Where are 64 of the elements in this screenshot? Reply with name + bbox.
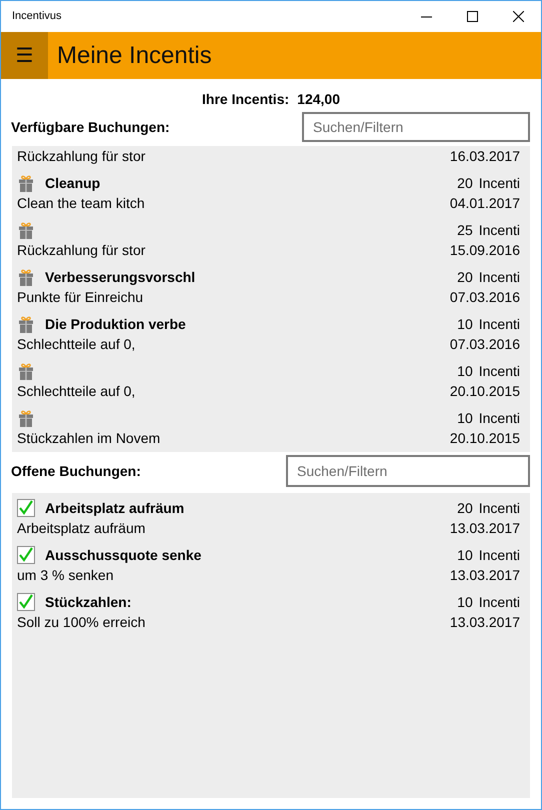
points-unit: Incenti [478,174,520,193]
booking-description: Punkte für Einreichu [17,288,144,307]
booking-date: 07.03.2016 [450,335,520,354]
booking-description: Rückzahlung für stor [17,147,146,166]
gift-icon [17,409,35,427]
points-unit: Incenti [478,409,520,428]
total-label: Ihre Incentis: [202,90,290,109]
points-unit: Incenti [478,546,520,565]
points-value: 25 [457,221,473,240]
gift-icon [17,315,35,333]
gift-icon [17,221,35,239]
booking-title: Die Produktion verbe [45,315,186,334]
booking-description: Schlechtteile auf 0, [17,382,136,401]
booking-date: 20.10.2015 [450,429,520,448]
section-heading: Offene Buchungen: [11,462,141,481]
booking-date: 13.03.2017 [450,566,520,585]
booking-title: Cleanup [45,174,100,193]
booking-description: Schlechtteile auf 0, [17,335,136,354]
booking-title: Arbeitsplatz aufräum [45,499,184,518]
points-unit: Incenti [478,268,520,287]
total-value: 124,00 [297,90,340,109]
window-title: Incentivus [11,9,63,24]
booking-description: Clean the team kitch [17,194,145,213]
booking-description: Arbeitsplatz aufräum [17,519,146,538]
points-unit: Incenti [478,362,520,381]
booking-description: Rückzahlung für stor [17,241,146,260]
page-title: Meine Incentis [56,40,212,70]
booking-title: Ausschussquote senke [45,546,202,565]
points-value: 20 [457,268,473,287]
booking-title: Verbesserungsvorschl [45,268,196,287]
booking-date: 15.09.2016 [450,241,520,260]
booking-date: 13.03.2017 [450,519,520,538]
points-value: 10 [457,362,473,381]
booking-date: 13.03.2017 [450,613,520,632]
close-icon [512,11,524,22]
booking-title: Stückzahlen: [45,593,132,612]
points-unit: Incenti [478,315,520,334]
checkbox-checked-icon [17,593,35,611]
booking-description: Stückzahlen im Novem [17,429,160,448]
booking-date: 16.03.2017 [450,147,520,166]
points-value: 20 [457,174,473,193]
maximize-icon [466,11,478,22]
booking-date: 20.10.2015 [450,382,520,401]
booking-date: 07.03.2016 [450,288,520,307]
gift-icon [17,362,35,380]
booking-date: 04.01.2017 [450,194,520,213]
section-heading: Verfügbare Buchungen: [11,118,170,137]
checkbox-checked-icon [17,546,35,564]
booking-description: Soll zu 100% erreich [17,613,146,632]
booking-description: um 3 % senken [17,566,114,585]
points-unit: Incenti [478,499,520,518]
menu-button[interactable]: ☰ [1,32,48,79]
points-value: 10 [457,593,473,612]
points-value: 20 [457,499,473,518]
gift-icon [17,268,35,286]
gift-icon [17,174,35,192]
points-value: 10 [457,409,473,428]
points-value: 10 [457,546,473,565]
search-field[interactable]: Suchen/Filtern [302,112,530,142]
points-unit: Incenti [478,593,520,612]
search-field[interactable]: Suchen/Filtern [286,455,530,487]
checkbox-checked-icon [17,499,35,517]
points-value: 10 [457,315,473,334]
points-unit: Incenti [478,221,520,240]
